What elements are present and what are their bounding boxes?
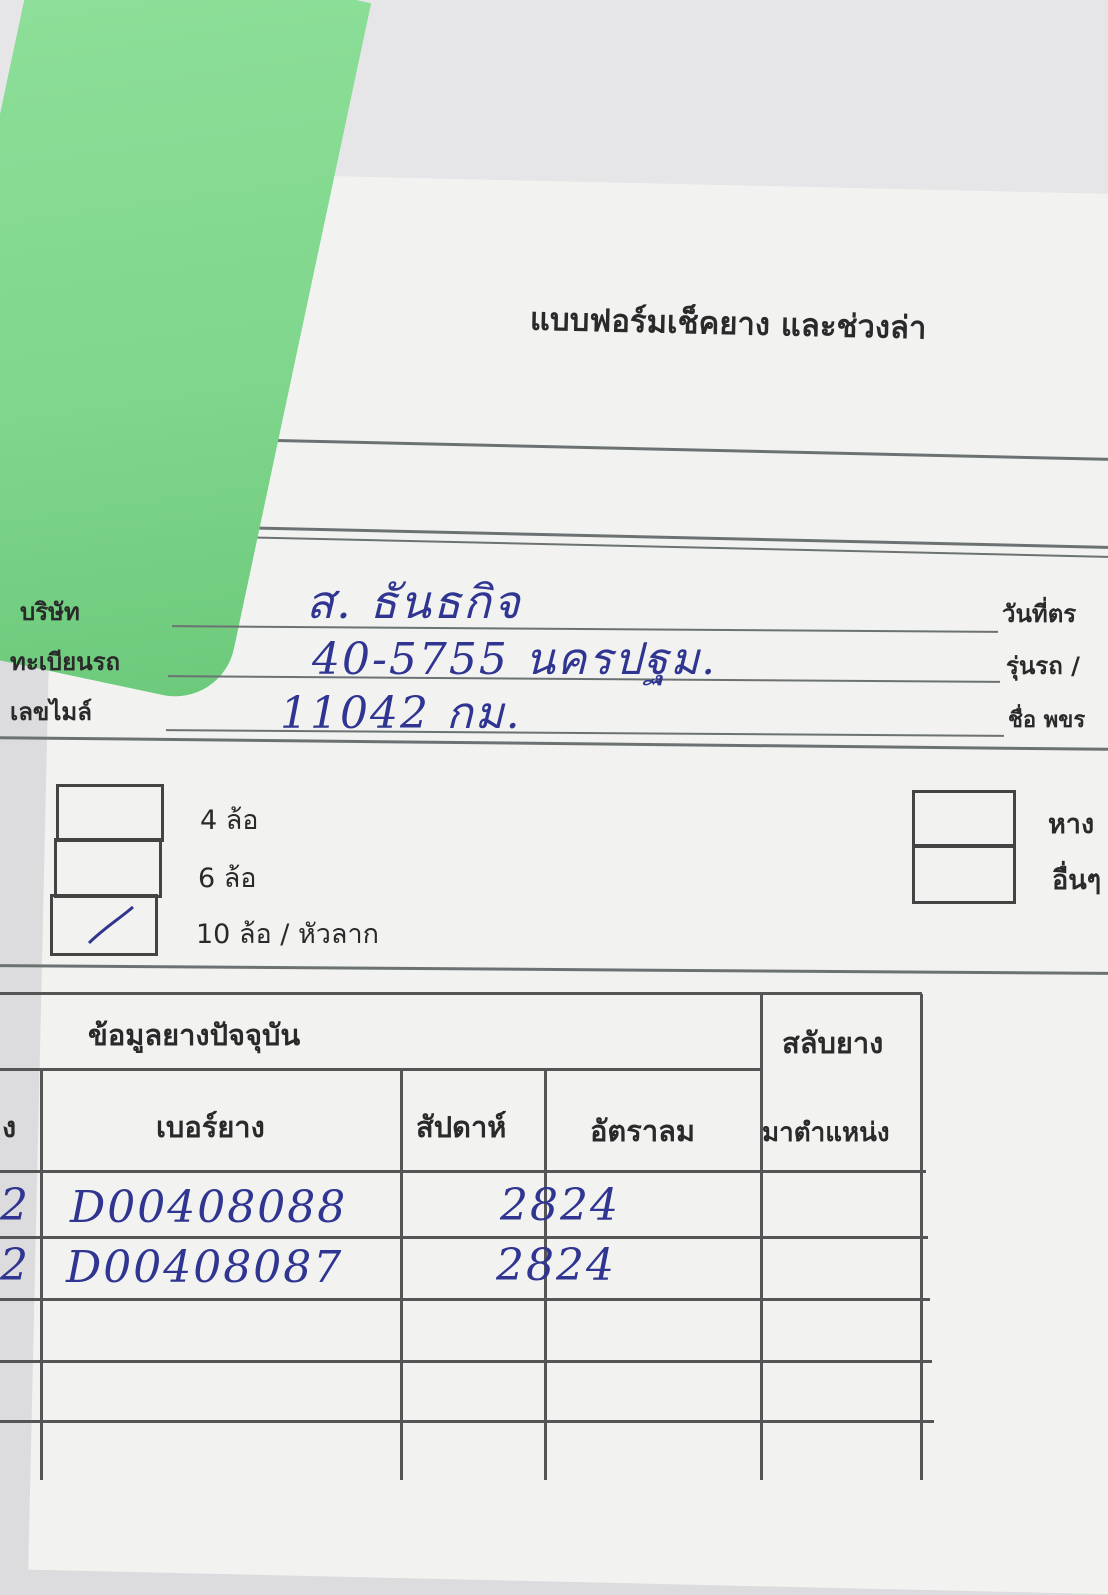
- form-title: แบบฟอร์มเช็คยาง และช่วงล่า: [529, 301, 927, 347]
- swap-header-line2: มาตำแหน่ง: [762, 1118, 890, 1148]
- row2-position: 2: [0, 1240, 30, 1291]
- mileage-value: 11042 กม.: [280, 688, 522, 739]
- table-header-bottom: [0, 1170, 926, 1173]
- label-10-wheel: 10 ล้อ / หัวลาก: [196, 919, 379, 950]
- checkbox-trailer[interactable]: [912, 790, 1016, 848]
- table-row3-bottom: [0, 1360, 932, 1363]
- label-4-wheel: 4 ล้อ: [200, 805, 259, 836]
- table-row2-bottom: [0, 1298, 930, 1301]
- row2-tire-number: D00408087: [66, 1242, 344, 1293]
- checkbox-other[interactable]: [912, 844, 1016, 904]
- mileage-label: เลขไมล์: [10, 698, 92, 726]
- label-trailer: หาง: [1048, 809, 1095, 840]
- checkbox-6-wheel[interactable]: [54, 838, 162, 898]
- col-divider-1: [40, 1070, 43, 1480]
- label-6-wheel: 6 ล้อ: [198, 863, 257, 894]
- col-header-week: สัปดาห์: [416, 1110, 507, 1144]
- date-label: วันที่ตร: [1002, 600, 1077, 628]
- staff-label: ชื่อ พขร: [1008, 708, 1086, 733]
- model-label: รุ่นรถ /: [1006, 652, 1080, 680]
- swap-header-line1: สลับยาง: [782, 1026, 884, 1060]
- checkbox-4-wheel[interactable]: [56, 784, 164, 842]
- label-other: อื่นๆ: [1052, 865, 1102, 896]
- row1-week: 2824: [500, 1180, 620, 1231]
- col-header-tire-number: เบอร์ยาง: [156, 1110, 265, 1144]
- table-outer-top: [0, 992, 922, 995]
- col-header-pressure: อัตราลม: [590, 1114, 695, 1148]
- col-divider-2: [400, 1070, 403, 1480]
- checkbox-10-wheel[interactable]: [50, 894, 158, 956]
- company-label: บริษัท: [20, 598, 80, 626]
- col-header-position: ง: [2, 1110, 17, 1144]
- col-divider-5: [920, 994, 923, 1480]
- row1-position: 2: [0, 1180, 30, 1231]
- group-header-current-tire: ข้อมูลยางปัจจุบัน: [88, 1018, 301, 1052]
- table-row4-bottom: [0, 1420, 934, 1423]
- row1-tire-number: D00408088: [70, 1182, 348, 1233]
- row2-week: 2824: [496, 1240, 616, 1291]
- col-divider-4: [760, 994, 763, 1480]
- table-group-bottom: [0, 1068, 760, 1071]
- check-mark-icon: [87, 905, 134, 945]
- table-row1-bottom: [0, 1236, 928, 1239]
- plate-label: ทะเบียนรถ: [10, 648, 121, 676]
